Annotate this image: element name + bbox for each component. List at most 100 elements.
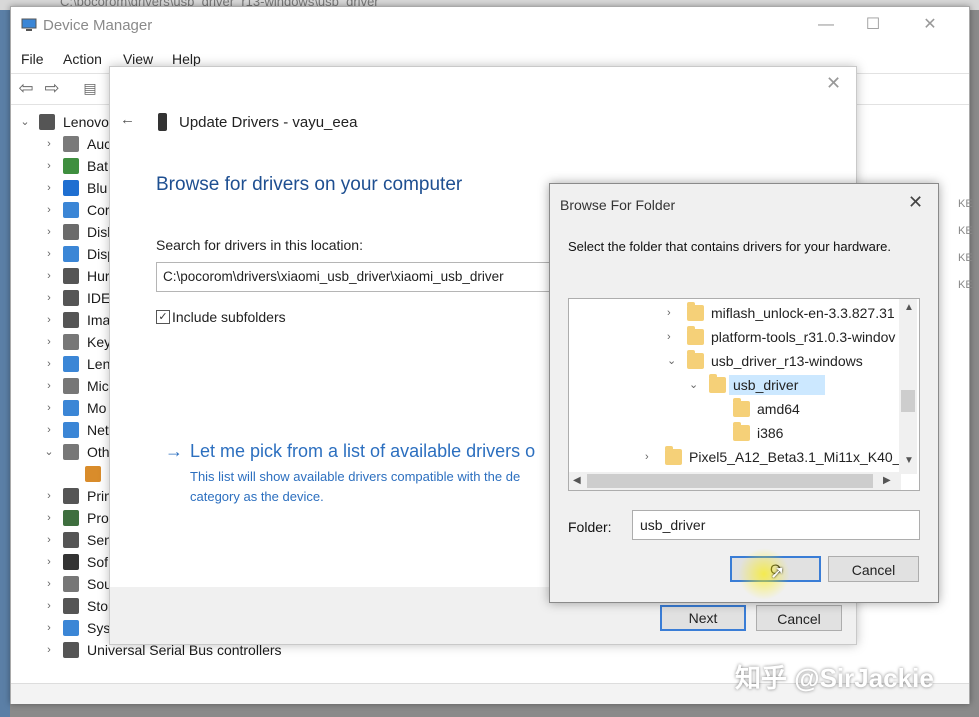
- sound-icon: [63, 576, 79, 592]
- back-arrow-icon[interactable]: ⇦: [15, 78, 37, 98]
- device-manager-app-icon: [21, 18, 37, 31]
- device-category-label: Oth: [87, 444, 110, 460]
- imaging-icon: [63, 312, 79, 328]
- folder-icon: [709, 374, 726, 393]
- background-label: KE: [958, 225, 973, 237]
- computer-icon: [39, 114, 55, 130]
- warning-device-icon: [85, 466, 101, 482]
- keyboard-icon: [63, 334, 79, 350]
- device-manager-titlebar[interactable]: Device Manager — ☐ ✕: [11, 7, 969, 45]
- folder-name: usb_driver_r13-windows: [711, 353, 863, 369]
- chevron-right-icon[interactable]: ›: [43, 133, 55, 155]
- chevron-right-icon[interactable]: ›: [43, 265, 55, 287]
- next-button[interactable]: Next: [660, 605, 746, 631]
- menu-help[interactable]: Help: [172, 51, 201, 67]
- browse-for-folder-dialog: Browse For Folder ✕ Select the folder th…: [549, 183, 939, 603]
- system-icon: [63, 620, 79, 636]
- arrow-right-icon[interactable]: →: [165, 441, 183, 462]
- chevron-right-icon[interactable]: ›: [43, 397, 55, 419]
- chevron-right-icon[interactable]: ›: [43, 353, 55, 375]
- scroll-down-icon[interactable]: ▼: [904, 455, 914, 466]
- dialog-description: Select the folder that contains drivers …: [568, 239, 891, 254]
- device-category-label: Hur: [87, 268, 110, 284]
- mouse-pointer-icon: ➚: [770, 562, 786, 582]
- scroll-left-icon[interactable]: ◀: [573, 475, 581, 486]
- chevron-right-icon[interactable]: ›: [43, 419, 55, 441]
- cancel-button[interactable]: Cancel: [756, 605, 842, 631]
- device-category-label: Disl: [87, 224, 111, 240]
- maximize-button[interactable]: ☐: [860, 13, 886, 37]
- folder-name: i386: [757, 425, 784, 441]
- chevron-right-icon[interactable]: ›: [43, 595, 55, 617]
- pick-from-list-link[interactable]: Let me pick from a list of available dri…: [190, 441, 550, 462]
- chevron-down-icon[interactable]: ⌄: [689, 373, 698, 397]
- include-subfolders-label[interactable]: Include subfolders: [172, 309, 286, 325]
- chevron-down-icon[interactable]: ⌄: [19, 111, 31, 133]
- battery-icon: [63, 158, 79, 174]
- chevron-down-icon[interactable]: ⌄: [667, 349, 676, 373]
- storage-icon: [63, 598, 79, 614]
- menu-action[interactable]: Action: [63, 51, 102, 67]
- folder-input[interactable]: usb_driver: [632, 510, 920, 540]
- device-category-label: Mic: [87, 378, 109, 394]
- menu-view[interactable]: View: [123, 51, 153, 67]
- chevron-right-icon[interactable]: ›: [43, 375, 55, 397]
- printer-icon: [63, 488, 79, 504]
- bluetooth-icon: [63, 180, 79, 196]
- chevron-right-icon[interactable]: ›: [43, 199, 55, 221]
- chevron-right-icon[interactable]: ›: [43, 155, 55, 177]
- chevron-right-icon[interactable]: ›: [43, 551, 55, 573]
- back-arrow-icon[interactable]: ←: [120, 111, 135, 128]
- scroll-right-icon[interactable]: ▶: [883, 475, 891, 486]
- chevron-right-icon[interactable]: ›: [43, 243, 55, 265]
- chevron-right-icon[interactable]: ›: [43, 309, 55, 331]
- folder-tree[interactable]: › miflash_unlock-en-3.3.827.31 › platform-t…: [568, 298, 920, 491]
- chevron-right-icon[interactable]: ›: [43, 287, 55, 309]
- cancel-button[interactable]: Cancel: [828, 556, 919, 582]
- dialog-title: Browse For Folder: [560, 197, 676, 213]
- device-category-label: Net: [87, 422, 109, 438]
- chevron-right-icon[interactable]: ›: [43, 639, 55, 661]
- background-label: KE: [958, 198, 973, 210]
- chevron-right-icon[interactable]: ›: [43, 485, 55, 507]
- watermark: 知乎 @SirJackie: [735, 663, 934, 693]
- folder-icon: [687, 326, 704, 345]
- scroll-up-icon[interactable]: ▲: [904, 302, 914, 313]
- network-icon: [63, 422, 79, 438]
- chevron-right-icon[interactable]: ›: [43, 573, 55, 595]
- chevron-right-icon[interactable]: ›: [43, 529, 55, 551]
- device-manager-title: Device Manager: [43, 17, 153, 34]
- vertical-scroll-thumb[interactable]: [901, 390, 915, 412]
- chevron-right-icon[interactable]: ›: [43, 177, 55, 199]
- menu-file[interactable]: File: [21, 51, 44, 67]
- forward-arrow-icon[interactable]: ⇨: [41, 78, 63, 98]
- chevron-right-icon[interactable]: ›: [43, 221, 55, 243]
- search-location-label: Search for drivers in this location:: [156, 237, 363, 253]
- close-icon[interactable]: ✕: [826, 73, 841, 94]
- chevron-down-icon[interactable]: ⌄: [43, 441, 55, 463]
- horizontal-scroll-thumb[interactable]: [587, 474, 873, 488]
- device-category-label: Mo: [87, 400, 107, 416]
- display-icon: [63, 246, 79, 262]
- folder-icon: [687, 350, 704, 369]
- desktop-left-strip: [0, 10, 10, 717]
- chevron-right-icon[interactable]: ›: [667, 325, 671, 349]
- pick-from-list-description: This list will show available drivers co…: [190, 469, 521, 504]
- include-subfolders-checkbox[interactable]: ✓: [156, 310, 170, 324]
- software-icon: [63, 554, 79, 570]
- close-icon[interactable]: ✕: [908, 192, 923, 213]
- vertical-scrollbar[interactable]: [899, 299, 917, 474]
- properties-icon[interactable]: ▤: [79, 78, 101, 98]
- folder-icon: [733, 398, 750, 417]
- folder-name: Pixel5_A12_Beta3.1_Mi11x_K40_F3: [689, 449, 917, 465]
- close-button[interactable]: ✕: [917, 13, 943, 37]
- processor-icon: [63, 510, 79, 526]
- chevron-right-icon[interactable]: ›: [43, 331, 55, 353]
- device-category-label: Len: [87, 356, 111, 372]
- chevron-right-icon[interactable]: ›: [43, 617, 55, 639]
- other-devices-icon: [63, 444, 79, 460]
- chevron-right-icon[interactable]: ›: [667, 301, 671, 325]
- chevron-right-icon[interactable]: ›: [43, 507, 55, 529]
- minimize-button[interactable]: —: [813, 13, 839, 37]
- chevron-right-icon[interactable]: ›: [645, 445, 649, 469]
